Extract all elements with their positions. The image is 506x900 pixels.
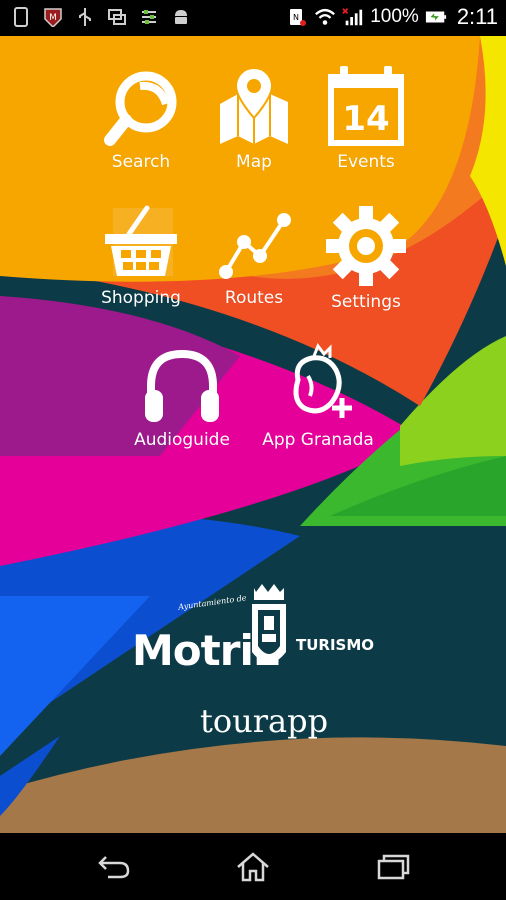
map-label: Map bbox=[236, 152, 272, 172]
clock: 2:11 bbox=[456, 4, 498, 29]
app-granada-label: App Granada bbox=[262, 430, 374, 450]
phone-icon bbox=[10, 6, 32, 28]
events-label: Events bbox=[337, 152, 395, 172]
app-granada-tile[interactable]: App Granada bbox=[258, 342, 378, 450]
battery-icon bbox=[425, 6, 447, 28]
magnifier-icon bbox=[104, 71, 177, 146]
nfc-icon: N bbox=[286, 6, 308, 28]
home-icon bbox=[237, 852, 269, 882]
search-tile[interactable]: Search bbox=[81, 64, 201, 172]
wifi-icon bbox=[314, 6, 336, 28]
home-button[interactable] bbox=[223, 847, 283, 887]
notification-icons: M bbox=[10, 6, 192, 28]
svg-text:N: N bbox=[293, 13, 299, 22]
mcafee-icon: M bbox=[42, 6, 64, 28]
app-main: Search Map 14 Events Shopping Routes Set… bbox=[0, 36, 506, 833]
settings-label: Settings bbox=[331, 292, 401, 312]
system-status: N 100% 2:11 bbox=[286, 4, 498, 30]
basket-icon bbox=[105, 205, 177, 276]
audioguide-tile[interactable]: Audioguide bbox=[122, 342, 242, 450]
calendar-day: 14 bbox=[342, 99, 389, 139]
map-tile[interactable]: Map bbox=[194, 64, 314, 172]
routes-tile[interactable]: Routes bbox=[194, 204, 314, 308]
android-icon bbox=[170, 6, 192, 28]
usb-icon bbox=[74, 6, 96, 28]
screen-share-icon bbox=[106, 6, 128, 28]
headphones-icon bbox=[145, 349, 219, 422]
navigation-bar bbox=[0, 833, 506, 900]
tourapp-logo: tourapp bbox=[200, 702, 329, 740]
routes-label: Routes bbox=[224, 288, 284, 308]
turismo-text: TURISMO bbox=[296, 636, 375, 654]
calendar-icon: 14 bbox=[328, 66, 404, 146]
svg-text:M: M bbox=[49, 13, 57, 23]
audioguide-label: Audioguide bbox=[134, 430, 230, 450]
gear-icon bbox=[326, 206, 406, 286]
settings-tile[interactable]: Settings bbox=[306, 204, 426, 312]
recent-apps-icon bbox=[377, 854, 410, 880]
settings-sliders-icon bbox=[138, 6, 160, 28]
events-tile[interactable]: 14 Events bbox=[306, 64, 426, 172]
back-button[interactable] bbox=[84, 847, 144, 887]
search-label: Search bbox=[111, 152, 171, 172]
status-bar: M N 100% 2:11 bbox=[0, 0, 506, 36]
recent-apps-button[interactable] bbox=[363, 847, 423, 887]
shopping-label: Shopping bbox=[101, 288, 181, 308]
pomegranate-plus-icon bbox=[293, 342, 352, 418]
signal-icon bbox=[342, 6, 364, 28]
map-pin-icon bbox=[220, 66, 288, 144]
back-icon bbox=[98, 856, 130, 879]
route-line-icon bbox=[219, 213, 291, 279]
battery-percent: 100% bbox=[370, 6, 419, 27]
shopping-tile[interactable]: Shopping bbox=[81, 204, 201, 308]
coat-of-arms-icon bbox=[252, 584, 286, 663]
